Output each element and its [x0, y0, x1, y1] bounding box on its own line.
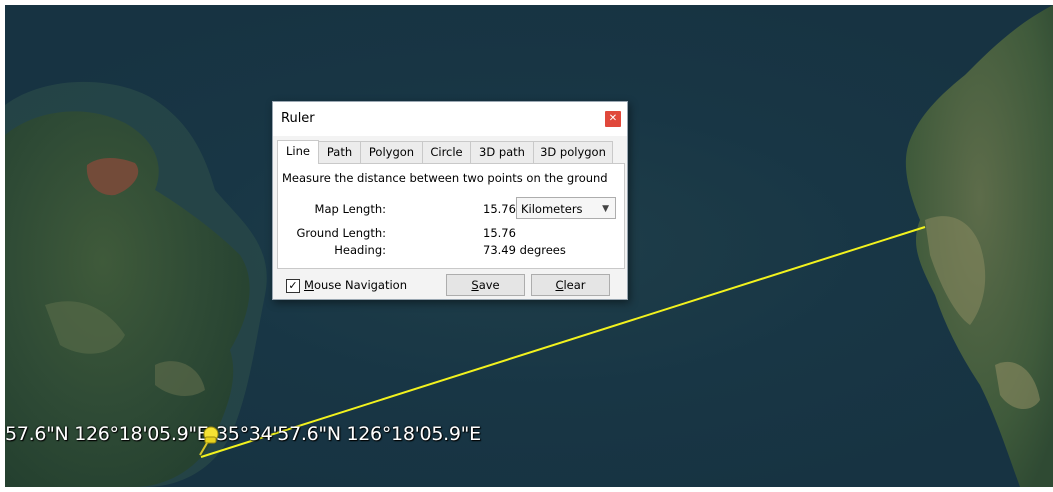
dialog-titlebar[interactable]: Ruler ✕: [273, 102, 627, 136]
tab-3d-path[interactable]: 3D path: [470, 141, 534, 163]
ground-length-value: 15.76: [483, 226, 516, 240]
chevron-down-icon: ▼: [602, 204, 609, 214]
ruler-dialog: Ruler ✕ Line Path Polygon Circle 3D path…: [272, 101, 628, 300]
close-icon[interactable]: ✕: [605, 111, 621, 127]
tab-bar: Line Path Polygon Circle 3D path 3D poly…: [277, 140, 613, 164]
tab-path[interactable]: Path: [318, 141, 361, 163]
mouse-navigation-label[interactable]: Mouse Navigation: [304, 278, 407, 292]
map-length-value: 15.76: [483, 202, 516, 216]
tab-circle[interactable]: Circle: [422, 141, 471, 163]
heading-label: Heading:: [334, 243, 386, 257]
heading-value: 73.49 degrees: [483, 243, 566, 257]
tab-3d-polygon[interactable]: 3D polygon: [533, 141, 613, 163]
ground-length-label: Ground Length:: [296, 226, 387, 240]
clear-button[interactable]: Clear: [531, 274, 610, 296]
coordinate-label-left: 57.6"N 126°18'05.9"E: [5, 423, 209, 445]
mouse-navigation-checkbox[interactable]: ✓: [286, 279, 300, 293]
coordinate-label-pin: 35°34'57.6"N 126°18'05.9"E: [216, 423, 481, 445]
description-text: Measure the distance between two points …: [282, 171, 608, 185]
tab-line[interactable]: Line: [277, 140, 319, 164]
yellow-pushpin-icon[interactable]: [196, 425, 222, 457]
line-tab-panel: Measure the distance between two points …: [277, 163, 625, 269]
unit-select[interactable]: Kilometers ▼: [516, 197, 616, 219]
save-button[interactable]: Save: [446, 274, 525, 296]
map-length-label: Map Length:: [314, 202, 386, 216]
dialog-title: Ruler: [281, 111, 315, 126]
unit-select-value: Kilometers: [521, 202, 583, 216]
tab-polygon[interactable]: Polygon: [360, 141, 423, 163]
